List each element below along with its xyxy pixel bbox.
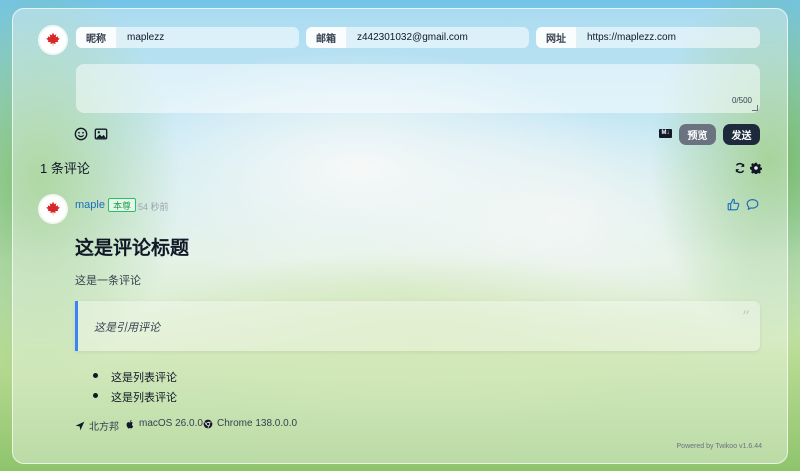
- image-icon[interactable]: [94, 127, 108, 141]
- location-arrow-icon: [75, 421, 85, 430]
- nick-label: 昵称: [76, 27, 117, 48]
- maple-leaf-icon: [46, 201, 60, 217]
- emoji-icon[interactable]: [74, 127, 88, 141]
- site-input[interactable]: https://maplezz.com: [577, 32, 676, 43]
- powered-by[interactable]: Powered by Twikoo v1.6.44: [677, 443, 762, 450]
- browser-text: Chrome 138.0.0.0: [217, 418, 298, 429]
- email-label: 邮箱: [306, 27, 347, 48]
- comment-textarea[interactable]: 0/500: [76, 64, 760, 113]
- meta-location: 北方邦: [75, 418, 119, 433]
- reply-icon[interactable]: [746, 198, 759, 211]
- meta-browser: Chrome 138.0.0.0: [203, 418, 297, 429]
- gear-icon[interactable]: [750, 162, 762, 174]
- email-input[interactable]: z442301032@gmail.com: [347, 32, 468, 43]
- site-label: 网址: [536, 27, 577, 48]
- comment-blockquote: 这是引用评论 ”: [75, 301, 760, 351]
- comment-author[interactable]: maple: [75, 199, 105, 211]
- comment-time: 54 秒前: [138, 202, 169, 212]
- nick-input[interactable]: maplezz: [117, 32, 164, 43]
- thumbs-up-icon[interactable]: [727, 198, 740, 211]
- char-counter: 0/500: [731, 96, 752, 105]
- list-item: 这是列表评论: [93, 369, 177, 385]
- preview-button[interactable]: 预览: [679, 124, 716, 145]
- site-field[interactable]: 网址 https://maplezz.com: [536, 27, 760, 48]
- nick-field[interactable]: 昵称 maplezz: [76, 27, 299, 48]
- comment-count-title: 1 条评论: [40, 161, 90, 176]
- list-item: 这是列表评论: [93, 389, 177, 405]
- chrome-icon: [203, 419, 213, 428]
- maple-leaf-icon: [46, 32, 60, 48]
- comment-avatar: [40, 196, 66, 222]
- os-text: macOS 26.0.0: [139, 418, 203, 429]
- comment-text: 这是一条评论: [75, 275, 141, 287]
- meta-os: macOS 26.0.0: [125, 418, 203, 429]
- quote-mark-icon: ”: [741, 307, 750, 326]
- location-text: 北方邦: [89, 422, 119, 433]
- apple-icon: [126, 419, 134, 428]
- quote-text: 这是引用评论: [94, 322, 160, 334]
- refresh-icon[interactable]: [734, 162, 746, 174]
- user-avatar: [40, 27, 66, 53]
- send-button[interactable]: 发送: [723, 124, 760, 145]
- markdown-icon[interactable]: M↓: [659, 129, 672, 138]
- comment-title: 这是评论标题: [75, 237, 190, 259]
- resize-handle[interactable]: [752, 105, 758, 111]
- email-field[interactable]: 邮箱 z442301032@gmail.com: [306, 27, 529, 48]
- owner-badge: 本尊: [108, 198, 137, 212]
